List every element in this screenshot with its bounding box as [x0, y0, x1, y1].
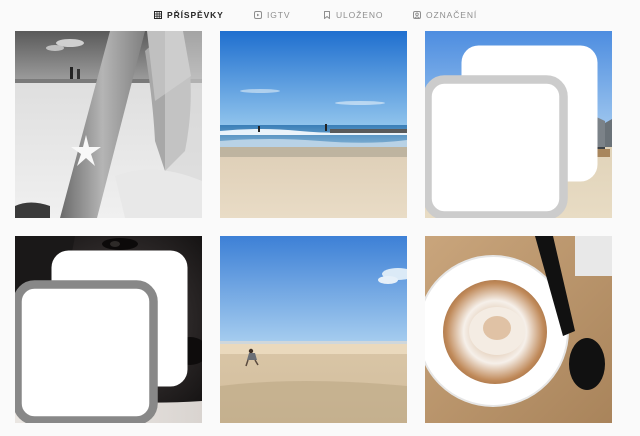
- tab-saved-label: ULOŽENO: [336, 10, 384, 20]
- grid-icon: [154, 11, 162, 19]
- tagged-icon: [413, 11, 421, 19]
- post-thumbnail-child-beach[interactable]: [220, 236, 407, 423]
- tab-igtv-label: IGTV: [267, 10, 291, 20]
- tab-tagged[interactable]: OZNAČENÍ: [413, 8, 477, 22]
- multiple-photos-icon: [15, 250, 188, 423]
- post-thumbnail-arm-star[interactable]: [15, 31, 202, 218]
- blue-beach-photo: [220, 31, 407, 218]
- arm-star-photo: [15, 31, 202, 218]
- tab-tagged-label: OZNAČENÍ: [426, 10, 478, 20]
- profile-posts-page: PŘÍSPĚVKY IGTV ULOŽENO OZNAČENÍ: [0, 0, 640, 436]
- multiple-photos-icon: [425, 45, 598, 218]
- tab-posts-label: PŘÍSPĚVKY: [167, 10, 224, 20]
- profile-tabs: PŘÍSPĚVKY IGTV ULOŽENO OZNAČENÍ: [0, 0, 640, 28]
- post-thumbnail-blue-beach[interactable]: [220, 31, 407, 218]
- igtv-icon: [254, 11, 262, 19]
- tab-saved[interactable]: ULOŽENO: [323, 8, 383, 22]
- cappuccino-photo: [425, 236, 612, 423]
- tab-igtv[interactable]: IGTV: [254, 8, 290, 22]
- post-thumbnail-beach-huts[interactable]: [425, 31, 612, 218]
- bookmark-icon: [324, 11, 330, 19]
- child-beach-photo: [220, 236, 407, 423]
- post-thumbnail-dog[interactable]: [15, 236, 202, 423]
- tab-posts[interactable]: PŘÍSPĚVKY: [154, 8, 224, 22]
- post-thumbnail-cappuccino[interactable]: [425, 236, 612, 423]
